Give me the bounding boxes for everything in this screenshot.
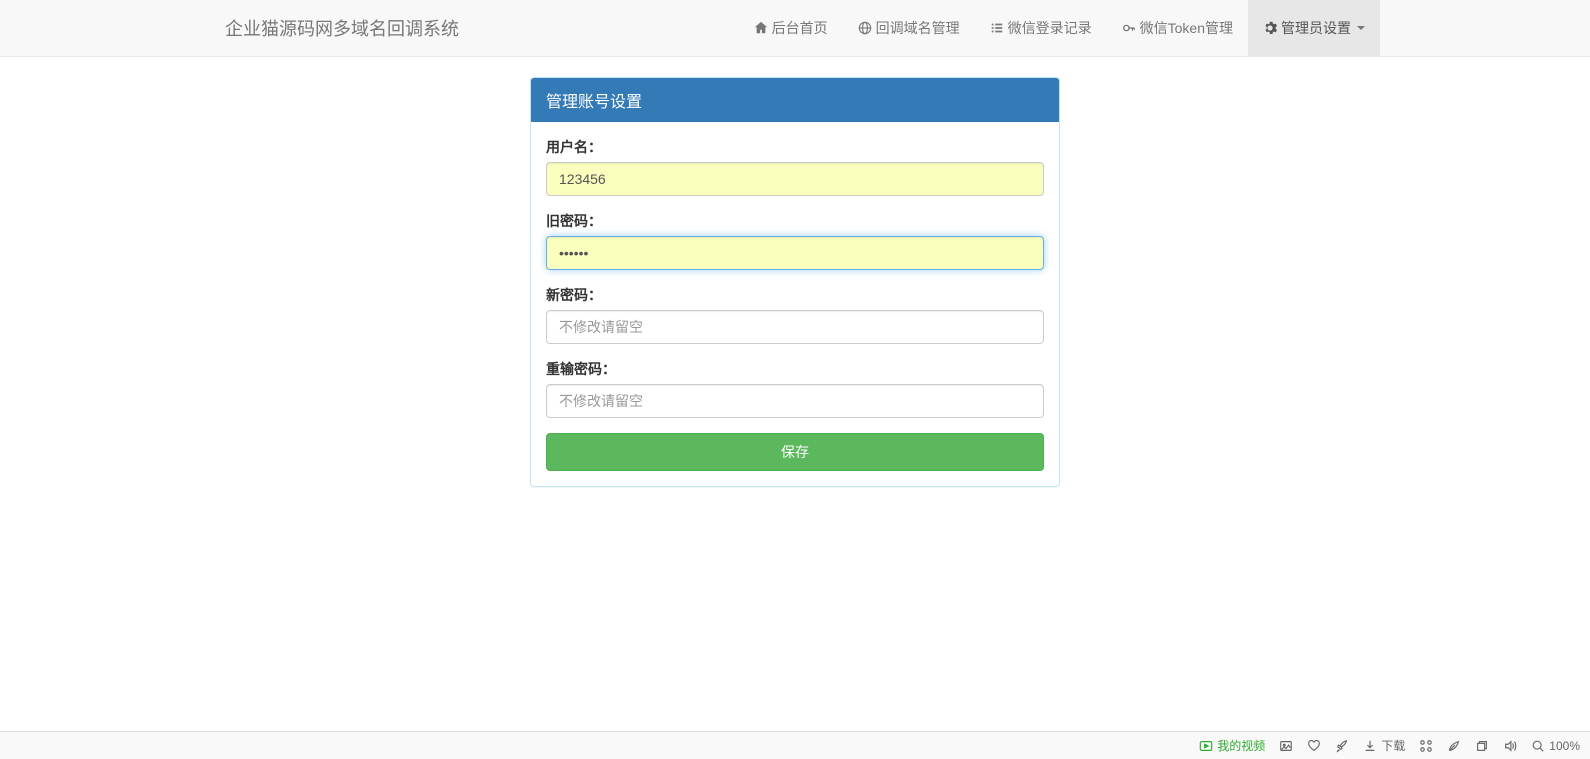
nav-item-domain: 回调域名管理 — [843, 0, 975, 56]
new-password-input[interactable] — [546, 310, 1044, 344]
navbar: 企业猫源码网多域名回调系统 后台首页 回调域名管理 — [0, 0, 1590, 57]
nav-item-login-log: 微信登录记录 — [975, 0, 1107, 56]
zoom-icon — [1531, 739, 1545, 753]
nav-item-token: 微信Token管理 — [1107, 0, 1248, 56]
username-input[interactable] — [546, 162, 1044, 196]
caret-down-icon — [1357, 26, 1365, 30]
image-icon[interactable] — [1279, 739, 1293, 753]
nav-link-token[interactable]: 微信Token管理 — [1107, 0, 1248, 56]
leaf-icon[interactable] — [1447, 739, 1461, 753]
nav-label: 微信登录记录 — [1008, 18, 1092, 38]
navbar-nav: 后台首页 回调域名管理 微信登录记录 — [739, 0, 1380, 56]
status-zoom-label: 100% — [1549, 739, 1580, 753]
status-video-label: 我的视频 — [1217, 737, 1265, 754]
rocket-icon[interactable] — [1335, 739, 1349, 753]
status-download-label: 下载 — [1381, 737, 1405, 754]
nav-link-domain[interactable]: 回调域名管理 — [843, 0, 975, 56]
play-icon — [1199, 739, 1213, 753]
form-group-old-password: 旧密码： — [546, 211, 1044, 270]
list-icon — [990, 21, 1004, 35]
confirm-password-label: 重输密码： — [546, 359, 1044, 379]
globe-icon — [858, 21, 872, 35]
volume-icon[interactable] — [1503, 739, 1517, 753]
browser-statusbar: 我的视频 下载 100% — [0, 731, 1590, 759]
old-password-label: 旧密码： — [546, 211, 1044, 231]
panel-title: 管理账号设置 — [531, 78, 1059, 122]
form-group-confirm-password: 重输密码： — [546, 359, 1044, 418]
old-password-input[interactable] — [546, 236, 1044, 270]
key-icon — [1122, 21, 1136, 35]
save-button[interactable]: 保存 — [546, 433, 1044, 471]
new-password-label: 新密码： — [546, 285, 1044, 305]
nav-link-home[interactable]: 后台首页 — [739, 0, 843, 56]
grid-icon[interactable] — [1419, 739, 1433, 753]
panel-body: 用户名： 旧密码： 新密码： 重输密码： 保存 — [531, 122, 1059, 486]
download-icon — [1363, 739, 1377, 753]
nav-label: 管理员设置 — [1281, 18, 1351, 38]
nav-link-admin-settings[interactable]: 管理员设置 — [1248, 0, 1380, 56]
confirm-password-input[interactable] — [546, 384, 1044, 418]
form-group-username: 用户名： — [546, 137, 1044, 196]
nav-item-admin-settings: 管理员设置 — [1248, 0, 1380, 56]
home-icon — [754, 21, 768, 35]
nav-link-login-log[interactable]: 微信登录记录 — [975, 0, 1107, 56]
status-video[interactable]: 我的视频 — [1199, 737, 1265, 754]
nav-label: 后台首页 — [772, 18, 828, 38]
main-container: 管理账号设置 用户名： 旧密码： 新密码： 重输密码： 保存 — [210, 57, 1380, 507]
form-group-new-password: 新密码： — [546, 285, 1044, 344]
status-download[interactable]: 下载 — [1363, 737, 1405, 754]
navbar-brand[interactable]: 企业猫源码网多域名回调系统 — [210, 0, 474, 56]
gear-icon — [1263, 21, 1277, 35]
nav-label: 回调域名管理 — [876, 18, 960, 38]
copy-icon[interactable] — [1475, 739, 1489, 753]
status-zoom[interactable]: 100% — [1531, 739, 1580, 753]
username-label: 用户名： — [546, 137, 1044, 157]
nav-item-home: 后台首页 — [739, 0, 843, 56]
settings-panel: 管理账号设置 用户名： 旧密码： 新密码： 重输密码： 保存 — [530, 77, 1060, 487]
heart-icon[interactable] — [1307, 739, 1321, 753]
nav-label: 微信Token管理 — [1140, 18, 1233, 38]
